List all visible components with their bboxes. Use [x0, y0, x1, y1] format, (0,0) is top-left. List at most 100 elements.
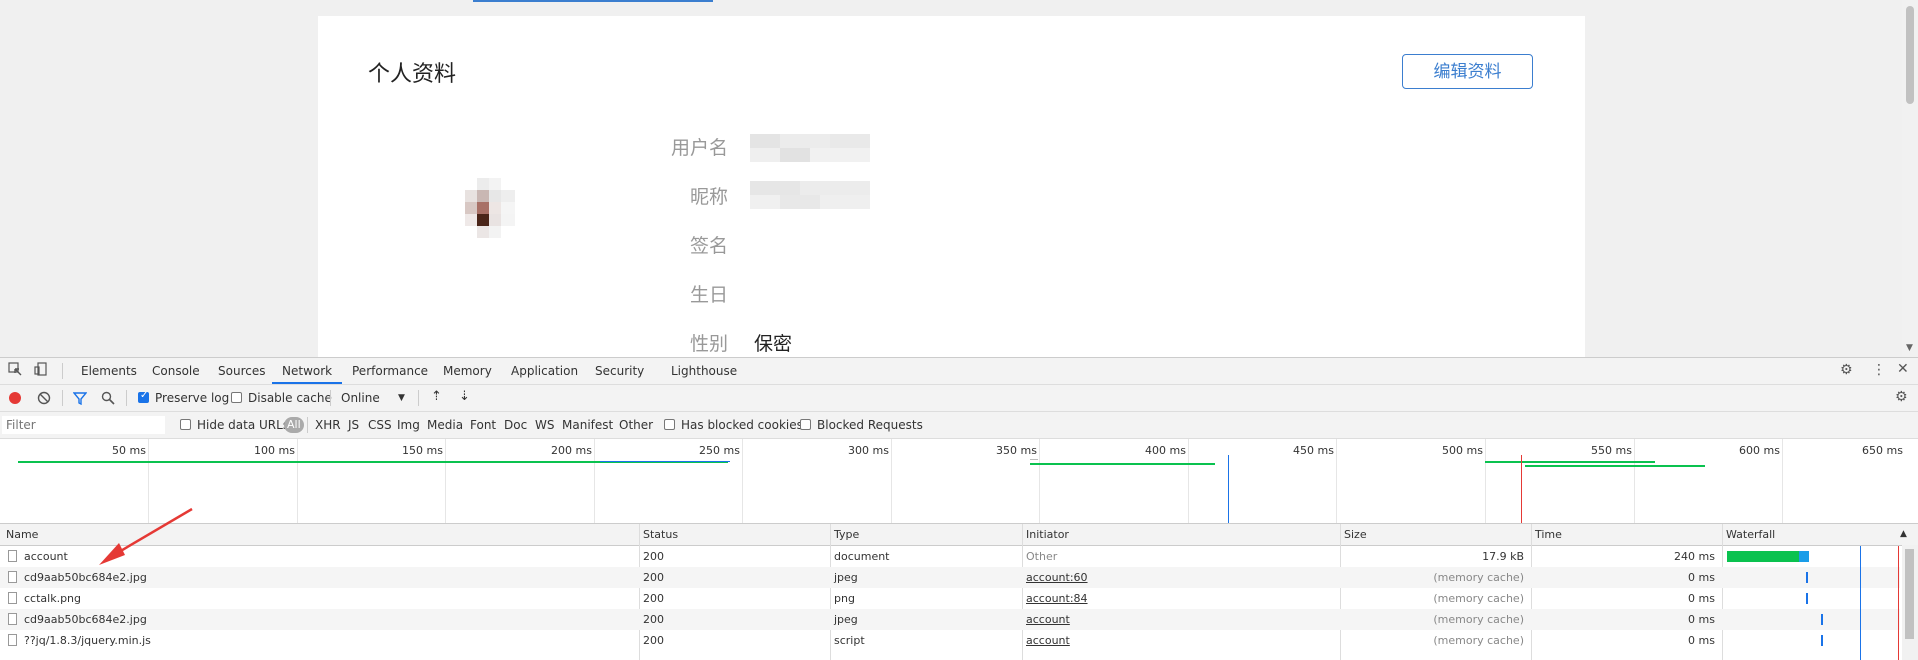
column-header-name[interactable]: Name [6, 528, 38, 541]
request-name[interactable]: cctalk.png [24, 592, 81, 605]
request-size: (memory cache) [1433, 634, 1524, 647]
table-row[interactable]: ??jq/1.8.3/jquery.min.js 200 script acco… [0, 630, 1900, 651]
waterfall-load-line [1898, 546, 1899, 660]
type-filter-img[interactable]: Img [397, 418, 420, 432]
tab-console[interactable]: Console [152, 358, 200, 384]
network-overview-timeline[interactable]: 50 ms 100 ms 150 ms 200 ms 250 ms 300 ms… [0, 439, 1918, 524]
waterfall-bar [1727, 551, 1799, 562]
edit-profile-button[interactable]: 编辑资料 [1402, 54, 1533, 89]
request-initiator-link[interactable]: account:60 [1026, 571, 1088, 584]
tab-network[interactable]: Network [272, 358, 343, 384]
filter-icon[interactable] [72, 391, 88, 408]
image-file-icon [8, 592, 17, 604]
request-type: script [834, 634, 865, 647]
disable-cache-label[interactable]: Disable cache [248, 391, 332, 405]
overview-request-bar [1030, 463, 1215, 465]
tab-performance[interactable]: Performance [352, 358, 428, 384]
preserve-log-checkbox[interactable] [138, 390, 149, 403]
record-icon[interactable] [9, 392, 21, 404]
table-row[interactable]: cctalk.png 200 png account:84 (memory ca… [0, 588, 1900, 609]
image-file-icon [8, 613, 17, 625]
request-name[interactable]: ??jq/1.8.3/jquery.min.js [24, 634, 151, 647]
inspect-element-icon[interactable] [8, 362, 22, 380]
column-header-size[interactable]: Size [1344, 528, 1367, 541]
column-header-time[interactable]: Time [1535, 528, 1562, 541]
request-time: 0 ms [1688, 613, 1715, 626]
import-har-icon[interactable]: ⇡ [431, 389, 442, 404]
device-toolbar-icon[interactable] [34, 362, 48, 380]
type-filter-other[interactable]: Other [619, 418, 653, 432]
request-name[interactable]: cd9aab50bc684e2.jpg [24, 571, 147, 584]
request-time: 0 ms [1688, 571, 1715, 584]
page-scrollbar-thumb[interactable] [1906, 6, 1914, 104]
blocked-requests-label[interactable]: Blocked Requests [817, 418, 923, 432]
page-scrollbar[interactable]: ▼ [1902, 0, 1918, 357]
hide-data-urls-checkbox[interactable] [180, 419, 191, 430]
tab-sources[interactable]: Sources [218, 358, 265, 384]
toolbar-divider [418, 390, 419, 406]
throttling-select[interactable]: Online [341, 391, 380, 405]
filter-input[interactable] [2, 416, 165, 434]
type-filter-css[interactable]: CSS [368, 418, 392, 432]
column-header-initiator[interactable]: Initiator [1026, 528, 1069, 541]
tab-lighthouse[interactable]: Lighthouse [671, 358, 737, 384]
export-har-icon[interactable]: ⇣ [459, 389, 470, 404]
field-label-birthday: 生日 [689, 284, 728, 306]
sort-ascending-icon[interactable]: ▲ [1900, 529, 1907, 539]
request-initiator-link[interactable]: account [1026, 613, 1070, 626]
request-initiator-link[interactable]: account [1026, 634, 1070, 647]
column-header-status[interactable]: Status [643, 528, 678, 541]
overview-gridline [1188, 439, 1189, 523]
waterfall-dom-content-loaded-line [1860, 546, 1861, 660]
type-filter-xhr[interactable]: XHR [315, 418, 341, 432]
network-settings-gear-icon[interactable]: ⚙ [1895, 389, 1908, 405]
hide-data-urls-label[interactable]: Hide data URLs [197, 418, 289, 432]
has-blocked-cookies-checkbox[interactable] [664, 419, 675, 430]
type-filter-ws[interactable]: WS [535, 418, 554, 432]
search-icon[interactable] [101, 391, 115, 408]
request-name[interactable]: account [24, 550, 68, 563]
field-label-username: 用户名 [670, 137, 728, 159]
preserve-log-label[interactable]: Preserve log [155, 391, 229, 405]
avatar [463, 178, 523, 253]
table-row[interactable]: cd9aab50bc684e2.jpg 200 jpeg account:60 … [0, 567, 1900, 588]
overview-tick-label: 200 ms [551, 444, 592, 457]
request-time: 0 ms [1688, 634, 1715, 647]
type-filter-all[interactable]: All [284, 417, 304, 433]
type-filter-manifest[interactable]: Manifest [562, 418, 613, 432]
overview-tick-label: 150 ms [402, 444, 443, 457]
request-name[interactable]: cd9aab50bc684e2.jpg [24, 613, 147, 626]
chevron-down-icon[interactable]: ▼ [398, 393, 405, 403]
column-header-waterfall[interactable]: Waterfall [1726, 528, 1775, 541]
overview-tick-label: 300 ms [848, 444, 889, 457]
table-scrollbar[interactable] [1902, 545, 1918, 660]
column-header-type[interactable]: Type [834, 528, 859, 541]
settings-gear-icon[interactable]: ⚙ [1840, 362, 1853, 378]
overview-gridline [445, 439, 446, 523]
overview-request-bar [1525, 465, 1705, 467]
type-filter-doc[interactable]: Doc [504, 418, 527, 432]
tab-application[interactable]: Application [511, 358, 578, 384]
table-scrollbar-thumb[interactable] [1905, 549, 1914, 639]
tab-security[interactable]: Security [595, 358, 644, 384]
tab-memory[interactable]: Memory [443, 358, 492, 384]
waterfall-bar [1799, 551, 1809, 562]
request-initiator-link[interactable]: account:84 [1026, 592, 1088, 605]
overview-gridline [297, 439, 298, 523]
type-filter-media[interactable]: Media [427, 418, 463, 432]
more-options-icon[interactable]: ⋮ [1872, 362, 1886, 378]
has-blocked-cookies-label[interactable]: Has blocked cookies [681, 418, 803, 432]
request-size: (memory cache) [1433, 592, 1524, 605]
table-row[interactable]: cd9aab50bc684e2.jpg 200 jpeg account (me… [0, 609, 1900, 630]
field-label-nickname: 昵称 [689, 186, 728, 208]
toolbar-divider [330, 390, 331, 406]
close-devtools-icon[interactable]: ✕ [1897, 361, 1909, 377]
type-filter-font[interactable]: Font [470, 418, 496, 432]
clear-icon[interactable] [37, 391, 51, 408]
disable-cache-checkbox[interactable] [231, 392, 242, 403]
type-filter-js[interactable]: JS [348, 418, 359, 432]
scroll-down-arrow-icon[interactable]: ▼ [1906, 343, 1913, 353]
table-row[interactable]: account 200 document Other 17.9 kB 240 m… [0, 546, 1900, 567]
blocked-requests-checkbox[interactable] [800, 419, 811, 430]
tab-elements[interactable]: Elements [81, 358, 137, 384]
